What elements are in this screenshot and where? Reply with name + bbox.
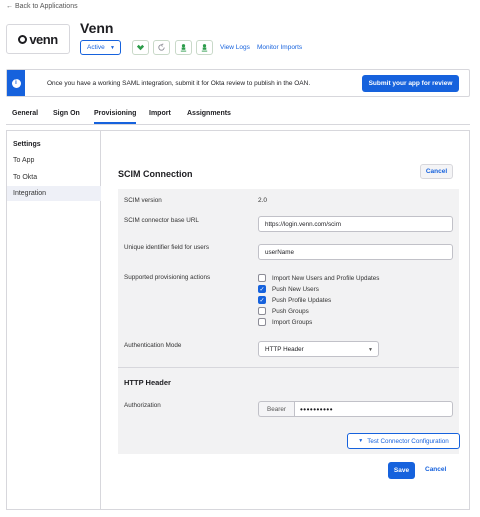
action-push-groups[interactable]: Push Groups: [258, 307, 309, 315]
review-banner: i Once you have a working SAML integrati…: [6, 69, 470, 97]
http-header-title: HTTP Header: [124, 378, 171, 387]
section-divider: [118, 367, 459, 368]
checkbox-checked-icon[interactable]: ✓: [258, 285, 266, 293]
scim-form: SCIM version 2.0 SCIM connector base URL…: [118, 189, 460, 454]
action-push-profile-updates[interactable]: ✓ Push Profile Updates: [258, 296, 331, 304]
tab-assignments[interactable]: Assignments: [187, 110, 231, 117]
monitor-imports-link[interactable]: Monitor Imports: [257, 44, 302, 51]
push-user-button[interactable]: [175, 40, 192, 55]
handshake-icon: [136, 44, 145, 51]
checkbox[interactable]: [258, 318, 266, 326]
status-dropdown[interactable]: Active ▼: [80, 40, 121, 55]
view-logs-link[interactable]: View Logs: [220, 44, 250, 51]
sidebar-heading: Settings: [13, 141, 41, 148]
settings-sidebar: Settings To App To Okta Integration: [7, 131, 101, 509]
chevron-down-icon: ▼: [110, 45, 115, 51]
tab-general[interactable]: General: [12, 110, 38, 117]
back-to-applications-link[interactable]: ← Back to Applications: [6, 3, 78, 10]
chevron-down-icon: ▼: [358, 438, 364, 444]
checkbox-checked-icon[interactable]: ✓: [258, 296, 266, 304]
scim-version-value: 2.0: [258, 197, 268, 204]
authorization-input[interactable]: ••••••••••: [294, 401, 453, 417]
unique-id-input[interactable]: userName: [258, 244, 453, 260]
status-label: Active: [87, 44, 105, 51]
tab-bar: General Sign On Provisioning Import Assi…: [6, 105, 470, 125]
info-stripe: i: [7, 70, 25, 96]
user-upload-icon: [180, 44, 187, 52]
scim-connection-title: SCIM Connection: [118, 169, 193, 179]
action-push-new-users[interactable]: ✓ Push New Users: [258, 285, 319, 293]
info-icon: i: [11, 78, 21, 88]
cancel-button-bottom[interactable]: Cancel: [425, 466, 446, 473]
tab-sign-on[interactable]: Sign On: [53, 110, 80, 117]
base-url-input[interactable]: https://login.venn.com/scim: [258, 216, 453, 232]
cancel-button-top[interactable]: Cancel: [420, 164, 453, 179]
checkbox[interactable]: [258, 307, 266, 315]
provisioning-actions-label: Supported provisioning actions: [124, 274, 211, 281]
chevron-down-icon: ▼: [368, 347, 373, 353]
base-url-label: SCIM connector base URL: [124, 217, 199, 224]
test-connector-button[interactable]: ▼ Test Connector Configuration: [347, 433, 460, 449]
app-title: Venn: [80, 20, 114, 36]
app-logo: venn: [6, 24, 70, 54]
logo-text: venn: [29, 31, 58, 47]
logo-mark: [18, 34, 28, 44]
save-button[interactable]: Save: [388, 462, 415, 479]
checkbox[interactable]: [258, 274, 266, 282]
auth-mode-select[interactable]: HTTP Header ▼: [258, 341, 379, 357]
unique-id-label: Unique identifier field for users: [124, 244, 210, 251]
tab-import[interactable]: Import: [149, 110, 171, 117]
scim-version-label: SCIM version: [124, 197, 162, 204]
handshake-button[interactable]: [132, 40, 149, 55]
import-user-button[interactable]: [196, 40, 213, 55]
refresh-icon: [158, 43, 165, 51]
banner-text: Once you have a working SAML integration…: [47, 79, 311, 87]
auth-mode-label: Authentication Mode: [124, 342, 182, 349]
submit-for-review-button[interactable]: Submit your app for review: [362, 75, 459, 92]
tab-provisioning[interactable]: Provisioning: [94, 110, 137, 124]
sidebar-item-to-okta[interactable]: To Okta: [7, 170, 101, 185]
action-import-users[interactable]: Import New Users and Profile Updates: [258, 274, 379, 282]
refresh-button[interactable]: [153, 40, 170, 55]
user-download-icon: [201, 44, 208, 52]
bearer-prefix: Bearer: [258, 401, 294, 417]
action-import-groups[interactable]: Import Groups: [258, 318, 312, 326]
authorization-label: Authorization: [124, 402, 161, 409]
sidebar-item-integration[interactable]: Integration: [7, 186, 101, 201]
sidebar-item-to-app[interactable]: To App: [7, 153, 101, 168]
provisioning-panel: Settings To App To Okta Integration SCIM…: [6, 130, 470, 510]
